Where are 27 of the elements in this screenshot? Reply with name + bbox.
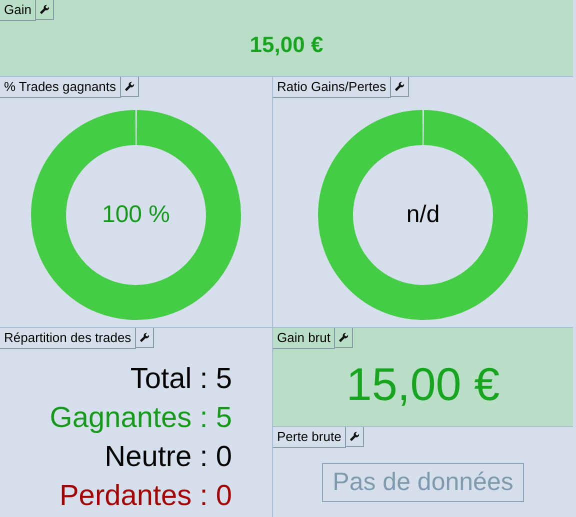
wrench-icon bbox=[39, 4, 50, 15]
widget-title: Répartition des trades bbox=[0, 328, 136, 349]
wrench-icon bbox=[338, 332, 350, 343]
widget-title: Gain bbox=[0, 0, 36, 21]
wrench-icon bbox=[139, 332, 150, 343]
settings-button[interactable] bbox=[391, 77, 410, 97]
stat-line: Neutre : 0 bbox=[104, 440, 232, 474]
widget-title: Gain brut bbox=[273, 328, 336, 349]
settings-button[interactable] bbox=[36, 0, 54, 20]
wrench-icon bbox=[124, 81, 136, 92]
stat-line: Gagnantes : 5 bbox=[50, 400, 232, 436]
widget-title: Perte brute bbox=[273, 427, 346, 448]
widget-title: Ratio Gains/Pertes bbox=[273, 77, 392, 98]
stat-line: Perdantes : 0 bbox=[59, 478, 232, 514]
settings-button[interactable] bbox=[121, 77, 140, 97]
widget-title: % Trades gagnants bbox=[0, 77, 122, 98]
gain-value: 15,00 € bbox=[346, 356, 500, 410]
gauge-value: 100 % bbox=[102, 200, 170, 228]
no-data-message: Pas de données bbox=[322, 462, 524, 502]
wrench-icon bbox=[394, 81, 406, 92]
settings-button[interactable] bbox=[346, 427, 364, 447]
wrench-icon bbox=[349, 431, 360, 442]
gain-value: 15,00 € bbox=[250, 32, 324, 58]
stat-line: Total : 5 bbox=[130, 362, 232, 396]
gauge-value: n/d bbox=[406, 200, 440, 228]
settings-button[interactable] bbox=[335, 328, 354, 348]
settings-button[interactable] bbox=[136, 328, 154, 348]
